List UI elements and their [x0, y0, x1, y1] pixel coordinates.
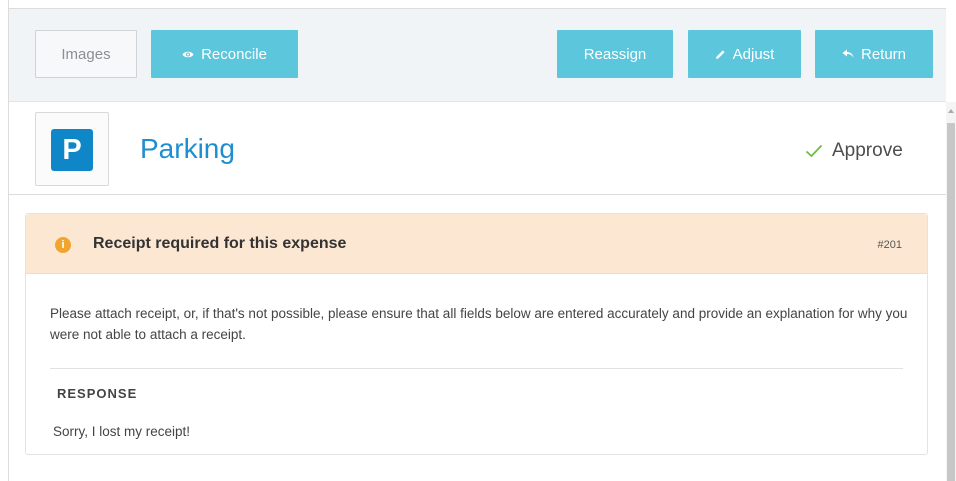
images-button[interactable]: Images — [35, 30, 137, 78]
expense-header: P Parking Approve — [9, 102, 946, 195]
reassign-button[interactable]: Reassign — [557, 30, 673, 78]
notice-header: i Receipt required for this expense #201 — [26, 214, 927, 274]
reconcile-button-label: Reconcile — [201, 45, 267, 63]
action-toolbar: Images Reconcile Reassign Adjust Return — [9, 9, 946, 102]
parking-icon: P — [51, 129, 93, 171]
adjust-button[interactable]: Adjust — [688, 30, 801, 78]
notice-divider — [50, 368, 903, 369]
vertical-scrollbar[interactable] — [946, 102, 956, 481]
notice-title: Receipt required for this expense — [93, 235, 347, 252]
info-icon: i — [55, 237, 71, 253]
notice-code: #201 — [877, 239, 902, 251]
reconcile-button[interactable]: Reconcile — [151, 30, 298, 78]
response-label: RESPONSE — [57, 386, 138, 401]
response-text: Sorry, I lost my receipt! — [53, 424, 191, 439]
images-button-label: Images — [61, 45, 111, 63]
pencil-icon — [715, 49, 726, 60]
approve-button[interactable]: Approve — [805, 140, 903, 162]
category-tile: P — [35, 112, 109, 186]
reassign-button-label: Reassign — [583, 45, 647, 63]
expense-title: Parking — [140, 133, 235, 164]
return-button-label: Return — [860, 45, 907, 63]
notice-body: Please attach receipt, or, if that's not… — [50, 306, 908, 342]
scrollbar-thumb[interactable] — [947, 123, 955, 481]
parking-icon-letter: P — [62, 133, 82, 166]
approve-label: Approve — [832, 140, 903, 161]
adjust-button-label: Adjust — [732, 45, 775, 63]
receipt-notice-card: i Receipt required for this expense #201… — [25, 213, 928, 455]
eye-icon — [182, 50, 194, 59]
return-button[interactable]: Return — [815, 30, 933, 78]
checkmark-icon — [805, 144, 823, 158]
scroll-up-arrow-icon[interactable] — [948, 109, 954, 113]
undo-arrow-icon — [842, 49, 854, 59]
